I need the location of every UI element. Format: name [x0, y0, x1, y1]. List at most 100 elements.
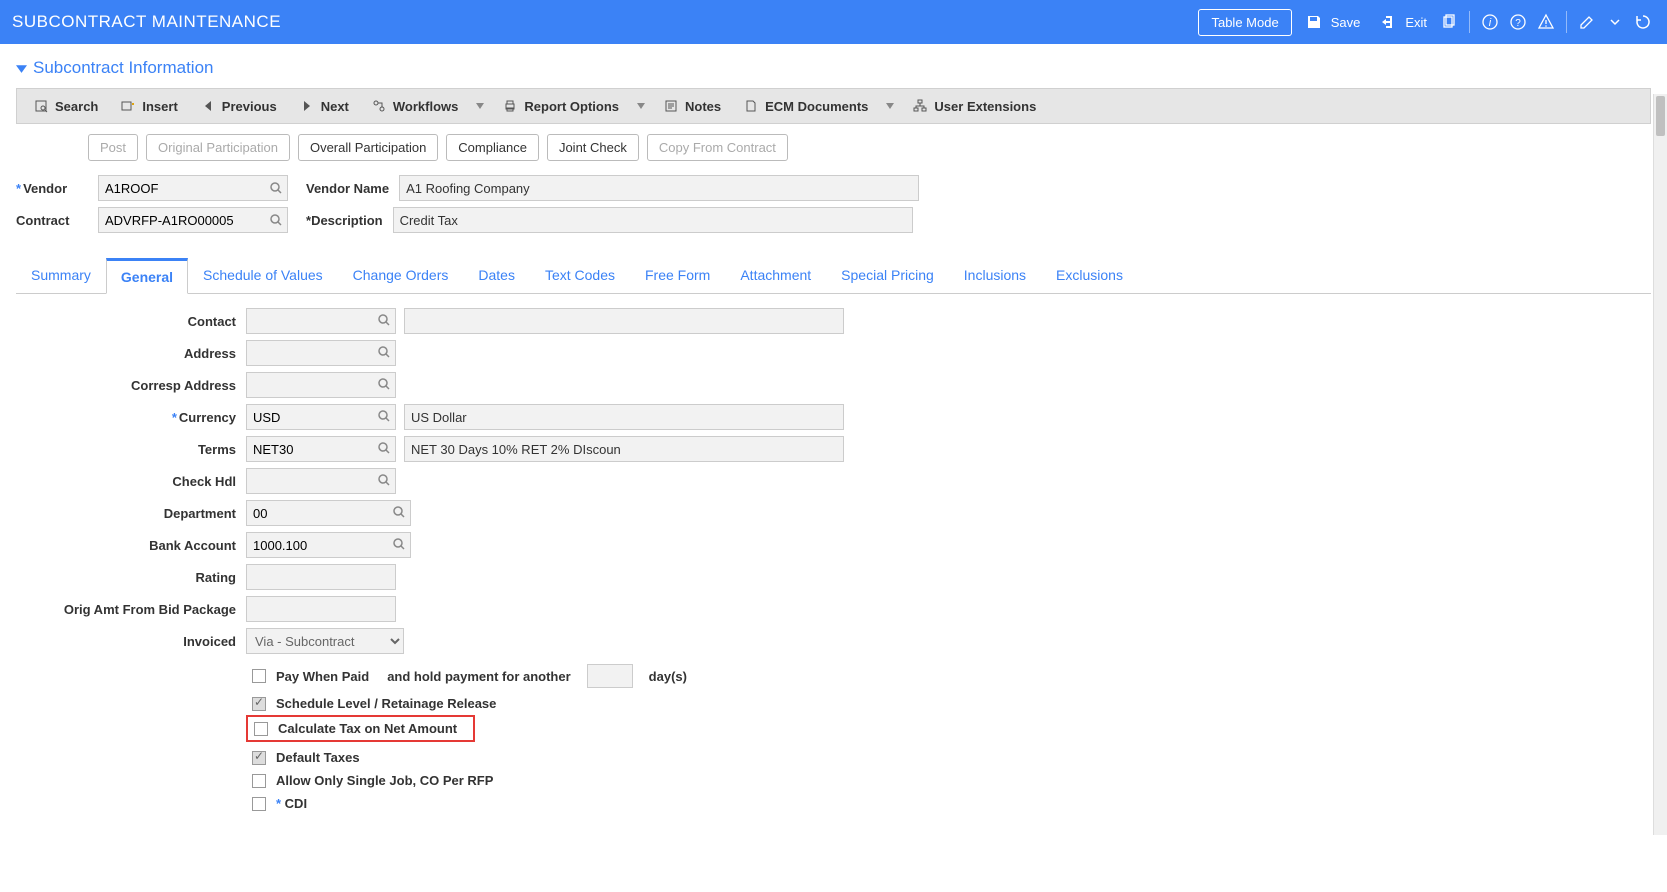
next-button[interactable]: Next — [289, 94, 359, 118]
corresp-address-input[interactable] — [246, 372, 396, 398]
department-input[interactable] — [246, 500, 411, 526]
contract-input[interactable] — [98, 207, 288, 233]
save-button[interactable]: Save — [1296, 6, 1367, 38]
search-icon — [33, 98, 49, 114]
notes-label: Notes — [685, 99, 721, 114]
ecm-caret-icon[interactable] — [886, 103, 894, 109]
contact-input[interactable] — [246, 308, 396, 334]
scrollbar-thumb[interactable] — [1656, 96, 1665, 136]
allow-single-row: Allow Only Single Job, CO Per RFP — [16, 769, 1651, 792]
default-taxes-row: Default Taxes — [16, 746, 1651, 769]
edit-icon[interactable] — [1575, 10, 1599, 34]
check-hdl-input[interactable] — [246, 468, 396, 494]
tab-summary[interactable]: Summary — [16, 258, 106, 294]
address-lookup[interactable] — [246, 340, 396, 366]
action-row: Post Original Participation Overall Part… — [16, 124, 1651, 171]
document-icon — [743, 98, 759, 114]
hold-text-a: and hold payment for another — [387, 669, 570, 684]
save-icon — [1302, 10, 1326, 34]
orig-amt-input[interactable] — [246, 596, 396, 622]
bank-account-input[interactable] — [246, 532, 411, 558]
corresp-address-lookup[interactable] — [246, 372, 396, 398]
print-icon — [502, 98, 518, 114]
joint-check-button[interactable]: Joint Check — [547, 134, 639, 161]
currency-lookup[interactable] — [246, 404, 396, 430]
tab-special-pricing[interactable]: Special Pricing — [826, 258, 949, 294]
default-taxes-label: Default Taxes — [276, 750, 360, 765]
calc-tax-net-label: Calculate Tax on Net Amount — [278, 721, 457, 736]
dropdown-caret-icon[interactable] — [1603, 10, 1627, 34]
refresh-icon[interactable] — [1631, 10, 1655, 34]
tab-dates[interactable]: Dates — [463, 258, 530, 294]
contact-desc-field — [404, 308, 844, 334]
tab-free-form[interactable]: Free Form — [630, 258, 725, 294]
user-extensions-button[interactable]: User Extensions — [902, 94, 1046, 118]
insert-icon — [120, 98, 136, 114]
default-taxes-checkbox[interactable] — [252, 751, 266, 765]
tab-schedule-of-values[interactable]: Schedule of Values — [188, 258, 338, 294]
vendor-lookup[interactable] — [98, 175, 288, 201]
copy-icon[interactable] — [1437, 10, 1461, 34]
contract-lookup[interactable] — [98, 207, 288, 233]
notes-button[interactable]: Notes — [653, 94, 731, 118]
workflows-button[interactable]: Workflows — [361, 94, 469, 118]
overall-participation-button[interactable]: Overall Participation — [298, 134, 438, 161]
address-input[interactable] — [246, 340, 396, 366]
invoiced-select[interactable]: Via - Subcontract — [246, 628, 404, 654]
original-participation-button[interactable]: Original Participation — [146, 134, 290, 161]
description-field[interactable]: Credit Tax — [393, 207, 913, 233]
section-header[interactable]: Subcontract Information — [16, 52, 1651, 88]
check-hdl-lookup[interactable] — [246, 468, 396, 494]
tab-change-orders[interactable]: Change Orders — [338, 258, 464, 294]
cdi-checkbox[interactable] — [252, 797, 266, 811]
help-icon[interactable]: ? — [1506, 10, 1530, 34]
pay-when-paid-checkbox[interactable] — [252, 669, 266, 683]
user-extensions-label: User Extensions — [934, 99, 1036, 114]
orig-amt-label: Orig Amt From Bid Package — [16, 602, 246, 617]
contract-label: Contract — [16, 213, 88, 228]
workflows-caret-icon[interactable] — [476, 103, 484, 109]
ecm-documents-button[interactable]: ECM Documents — [733, 94, 878, 118]
previous-button[interactable]: Previous — [190, 94, 287, 118]
hold-text-b: day(s) — [649, 669, 687, 684]
section-title: Subcontract Information — [33, 58, 213, 78]
terms-input[interactable] — [246, 436, 396, 462]
exit-button[interactable]: Exit — [1370, 6, 1433, 38]
post-button[interactable]: Post — [88, 134, 138, 161]
rating-label: Rating — [16, 570, 246, 585]
contact-lookup[interactable] — [246, 308, 396, 334]
insert-button[interactable]: Insert — [110, 94, 187, 118]
rating-input[interactable] — [246, 564, 396, 590]
department-lookup[interactable] — [246, 500, 411, 526]
scrollbar[interactable] — [1653, 94, 1667, 835]
compliance-button[interactable]: Compliance — [446, 134, 539, 161]
tab-inclusions[interactable]: Inclusions — [949, 258, 1041, 294]
currency-input[interactable] — [246, 404, 396, 430]
schedule-level-label: Schedule Level / Retainage Release — [276, 696, 496, 711]
tab-general[interactable]: General — [106, 258, 188, 294]
insert-label: Insert — [142, 99, 177, 114]
tab-exclusions[interactable]: Exclusions — [1041, 258, 1138, 294]
cdi-row: * CDI — [16, 792, 1651, 815]
hold-days-input[interactable] — [587, 664, 633, 688]
allow-single-label: Allow Only Single Job, CO Per RFP — [276, 773, 493, 788]
schedule-level-checkbox[interactable] — [252, 697, 266, 711]
allow-single-checkbox[interactable] — [252, 774, 266, 788]
table-mode-button[interactable]: Table Mode — [1198, 9, 1291, 36]
address-label: Address — [16, 346, 246, 361]
tab-attachment[interactable]: Attachment — [725, 258, 826, 294]
divider — [1469, 11, 1470, 33]
warning-icon[interactable] — [1534, 10, 1558, 34]
vendor-name-label: Vendor Name — [306, 181, 389, 196]
report-options-button[interactable]: Report Options — [492, 94, 629, 118]
bank-account-lookup[interactable] — [246, 532, 411, 558]
terms-lookup[interactable] — [246, 436, 396, 462]
copy-from-contract-button[interactable]: Copy From Contract — [647, 134, 788, 161]
report-caret-icon[interactable] — [637, 103, 645, 109]
info-icon[interactable]: i — [1478, 10, 1502, 34]
vendor-input[interactable] — [98, 175, 288, 201]
svg-text:i: i — [1489, 17, 1492, 29]
tab-text-codes[interactable]: Text Codes — [530, 258, 630, 294]
search-button[interactable]: Search — [23, 94, 108, 118]
calc-tax-net-checkbox[interactable] — [254, 722, 268, 736]
